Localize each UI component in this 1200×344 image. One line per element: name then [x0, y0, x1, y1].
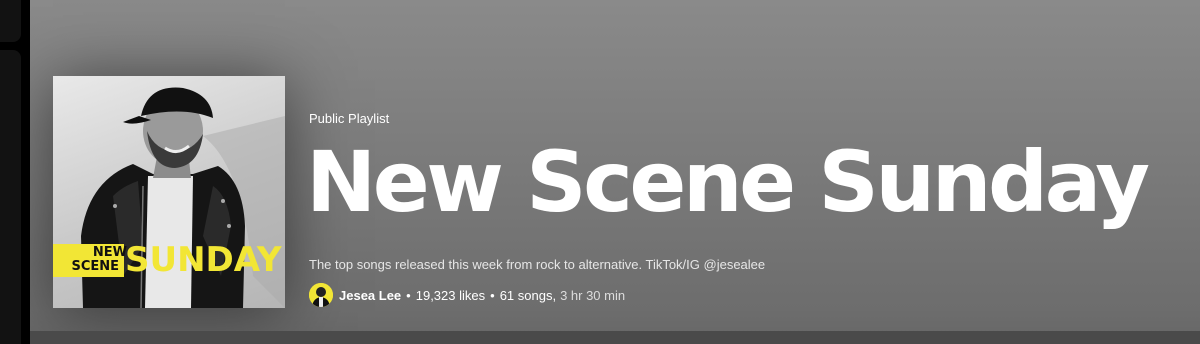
sidebar-top-panel	[0, 0, 21, 42]
sidebar-library-panel	[0, 50, 21, 344]
likes-count: 19,323 likes	[415, 287, 486, 303]
playlist-cover-image[interactable]: NEW SCENE SUNDAY	[53, 76, 285, 308]
songs-count: 61 songs,	[499, 287, 557, 303]
content-area-top	[30, 331, 1200, 344]
owner-avatar[interactable]	[309, 283, 333, 307]
playlist-description: The top songs released this week from ro…	[309, 257, 766, 272]
playlist-type-label: Public Playlist	[309, 111, 390, 126]
cover-text-scene: SCENE	[71, 259, 119, 274]
left-sidebar	[0, 0, 30, 344]
cover-text-new: NEW	[92, 245, 127, 260]
playlist-meta: Jesea Lee • 19,323 likes • 61 songs, 3 h…	[309, 283, 625, 307]
playlist-title[interactable]: New Scene Sunday	[306, 132, 1150, 232]
playlist-duration: 3 hr 30 min	[560, 287, 626, 303]
cover-text-sunday: SUNDAY	[125, 240, 282, 280]
playlist-header: NEW SCENE SUNDAY Public Playlist New Sce…	[30, 0, 1200, 344]
avatar-person-icon	[309, 283, 333, 307]
owner-name-link[interactable]: Jesea Lee	[339, 288, 401, 303]
meta-separator: •	[406, 287, 411, 303]
meta-separator: •	[490, 287, 495, 303]
